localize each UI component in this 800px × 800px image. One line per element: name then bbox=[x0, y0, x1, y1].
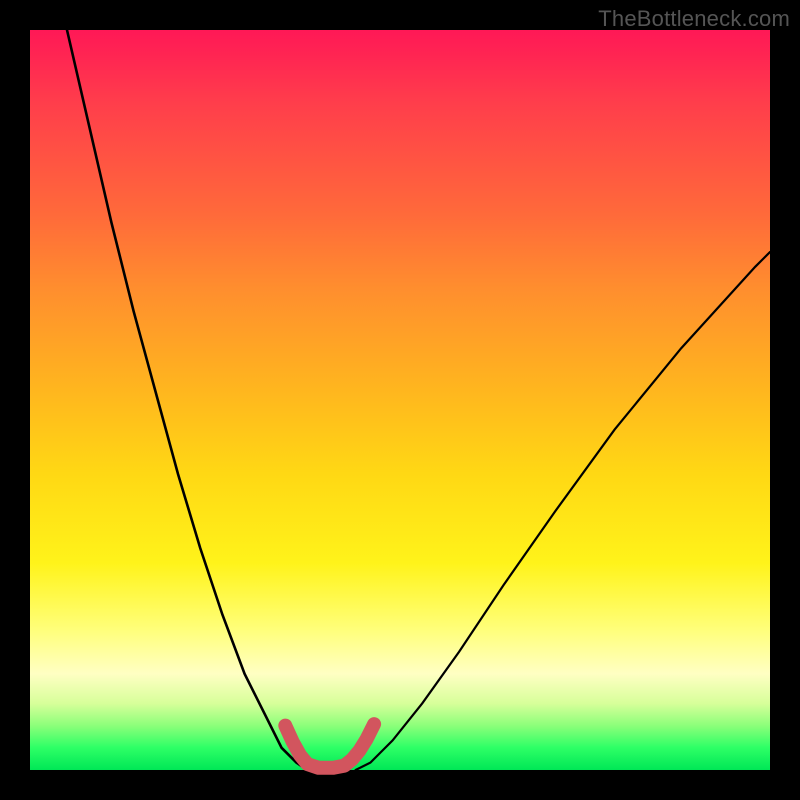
curve-layer bbox=[30, 30, 770, 770]
curve-left-branch bbox=[67, 30, 308, 770]
plot-area bbox=[30, 30, 770, 770]
chart-frame: TheBottleneck.com bbox=[0, 0, 800, 800]
watermark-text: TheBottleneck.com bbox=[598, 6, 790, 32]
valley-marker bbox=[285, 724, 374, 768]
curve-right-branch bbox=[356, 252, 770, 770]
